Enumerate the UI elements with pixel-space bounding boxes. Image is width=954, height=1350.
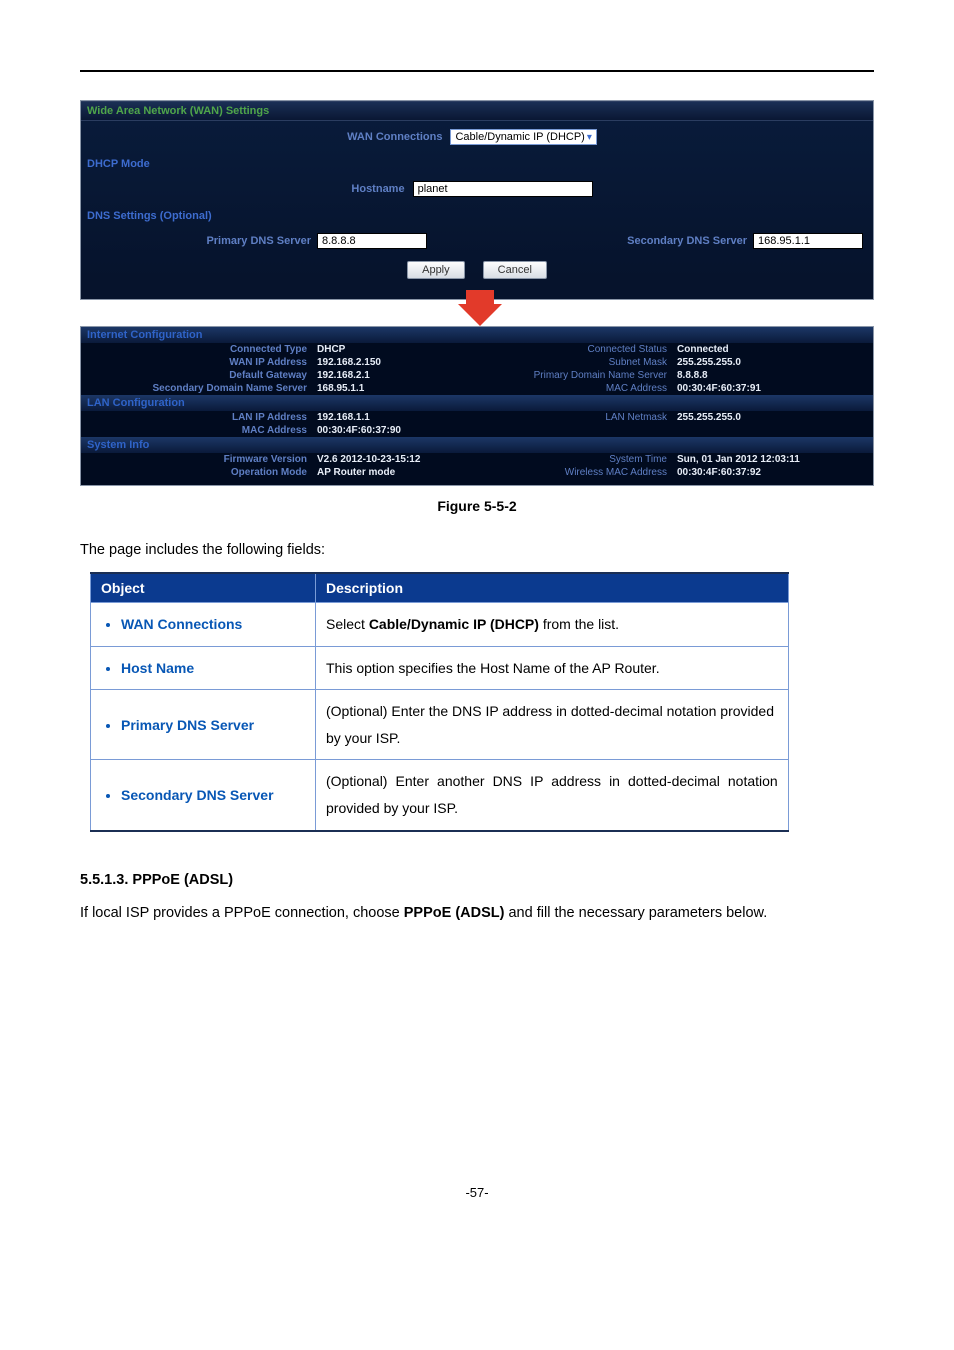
hostname-input[interactable]: planet [413, 181, 593, 197]
section-body: If local ISP provides a PPPoE connection… [80, 902, 874, 925]
desc-host-name: This option specifies the Host Name of t… [316, 646, 789, 690]
cancel-button[interactable]: Cancel [483, 261, 547, 279]
figure-caption: Figure 5-5-2 [80, 498, 874, 514]
page-number: -57- [80, 1185, 874, 1200]
fields-table: Object Description WAN Connections Selec… [90, 572, 789, 832]
desc-primary-dns: (Optional) Enter the DNS IP address in d… [316, 690, 789, 760]
pdns-input[interactable]: 8.8.8.8 [317, 233, 427, 249]
status-panel: Internet Configuration Connected Type DH… [80, 326, 874, 486]
col-object: Object [91, 573, 316, 603]
hostname-label: Hostname [351, 183, 404, 195]
intro-text: The page includes the following fields: [80, 542, 874, 558]
sdns-input[interactable]: 168.95.1.1 [753, 233, 863, 249]
sdns-label: Secondary DNS Server [627, 235, 747, 247]
wan-title: Wide Area Network (WAN) Settings [81, 101, 873, 121]
desc-wan-connections: Select Cable/Dynamic IP (DHCP) from the … [316, 603, 789, 647]
pdns-label: Primary DNS Server [81, 235, 311, 247]
internet-config-header: Internet Configuration [81, 327, 873, 343]
desc-secondary-dns: (Optional) Enter another DNS IP address … [316, 760, 789, 831]
col-description: Description [316, 573, 789, 603]
arrow-indicator [80, 300, 874, 326]
obj-wan-connections: WAN Connections [121, 616, 305, 632]
obj-secondary-dns: Secondary DNS Server [121, 787, 305, 803]
obj-primary-dns: Primary DNS Server [121, 717, 305, 733]
wan-conn-select[interactable]: Cable/Dynamic IP (DHCP) ▾ [450, 129, 596, 145]
wan-settings-panel: Wide Area Network (WAN) Settings WAN Con… [80, 100, 874, 300]
apply-button[interactable]: Apply [407, 261, 465, 279]
lan-config-header: LAN Configuration [81, 395, 873, 411]
dns-settings-label: DNS Settings (Optional) [81, 207, 873, 225]
wan-conn-label: WAN Connections [347, 131, 442, 143]
section-heading: 5.5.1.3. PPPoE (ADSL) [80, 872, 874, 888]
chevron-down-icon: ▾ [587, 132, 592, 143]
sys-info-header: System Info [81, 437, 873, 453]
dhcp-mode-label: DHCP Mode [81, 155, 873, 173]
obj-host-name: Host Name [121, 660, 305, 676]
